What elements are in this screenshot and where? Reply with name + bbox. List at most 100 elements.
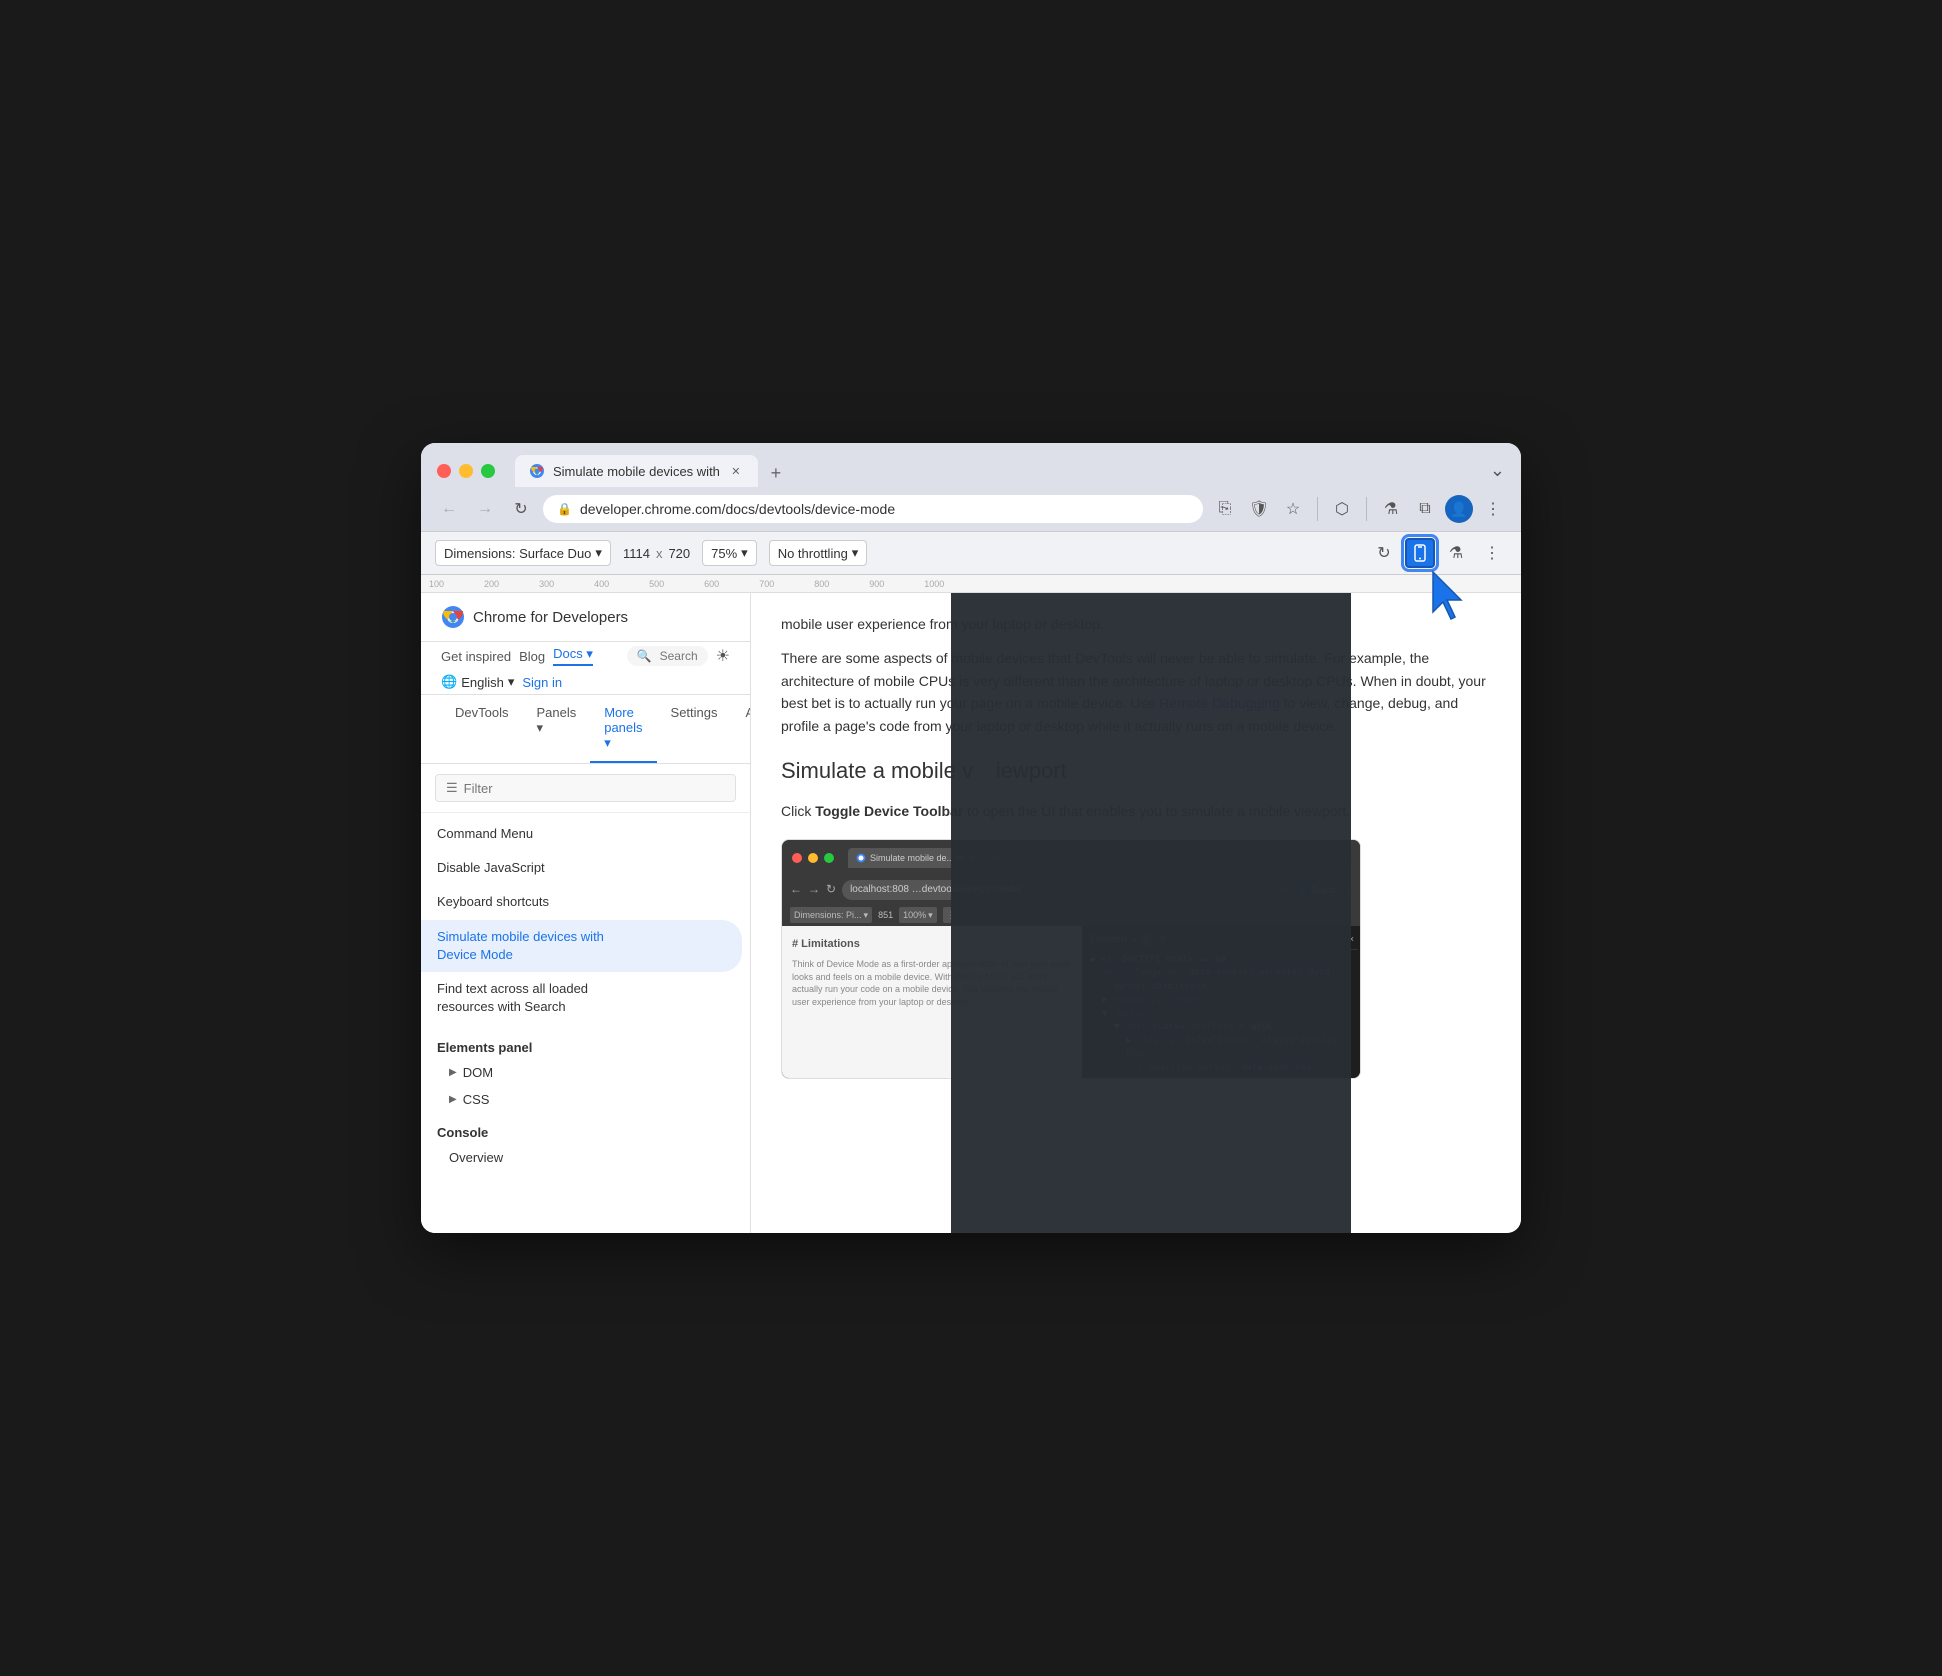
- sidebar-item-keyboard-shortcuts[interactable]: Keyboard shortcuts: [421, 885, 750, 919]
- sidebar-item-command-menu[interactable]: Command Menu: [421, 817, 750, 851]
- device-dropdown-icon: ▾: [595, 545, 602, 561]
- device-toolbar-actions: ↻ ⚗ ⋮: [1369, 538, 1507, 568]
- language-text: English: [461, 675, 504, 690]
- site-search[interactable]: 🔍 Search: [627, 646, 708, 666]
- mini-close-light: [792, 853, 802, 863]
- height-value: 720: [668, 546, 690, 561]
- address-text: developer.chrome.com/docs/devtools/devic…: [580, 501, 1189, 517]
- browser-window: Simulate mobile devices with ✕ + ⌄ ← → ↻…: [421, 443, 1521, 1233]
- sign-in-button[interactable]: Sign in: [522, 675, 562, 690]
- filter-placeholder: Filter: [464, 781, 493, 796]
- subnav-accessibility[interactable]: Accessibility: [732, 695, 751, 763]
- minimize-button[interactable]: [459, 464, 473, 478]
- mini-min-light: [808, 853, 818, 863]
- sidebar-item-disable-js[interactable]: Disable JavaScript: [421, 851, 750, 885]
- profile-button[interactable]: 👤: [1445, 495, 1473, 523]
- active-tab[interactable]: Simulate mobile devices with ✕: [515, 455, 758, 487]
- mini-device-arrow: ▾: [864, 908, 869, 922]
- filter-input[interactable]: ☰ Filter: [435, 774, 736, 802]
- lang-arrow-icon: ▾: [508, 674, 515, 690]
- address-lock-icon: 🔒: [557, 502, 572, 516]
- throttle-selector[interactable]: No throttling ▾: [769, 540, 868, 566]
- search-text: Search: [660, 649, 698, 663]
- nav-divider: [1317, 497, 1318, 521]
- subnav-panels[interactable]: Panels ▾: [522, 695, 590, 763]
- click-text: Click: [781, 803, 811, 819]
- language-selector[interactable]: 🌐 English ▾: [441, 674, 514, 690]
- maximize-button[interactable]: [481, 464, 495, 478]
- back-button[interactable]: ←: [435, 495, 463, 523]
- mini-address-text: localhost:808: [850, 884, 909, 895]
- filter-bar: ☰ Filter: [421, 764, 750, 813]
- article: mobile user experience from your laptop …: [751, 593, 1521, 1233]
- nav-divider2: [1366, 497, 1367, 521]
- shield-icon[interactable]: 🛡: [1245, 495, 1273, 523]
- rotate-button[interactable]: ↻: [1369, 538, 1399, 568]
- address-bar[interactable]: 🔒 developer.chrome.com/docs/devtools/dev…: [543, 495, 1203, 523]
- cast-icon[interactable]: ⎘: [1211, 495, 1239, 523]
- cursor-arrow: [1425, 567, 1475, 627]
- device-toolbar: Dimensions: Surface Duo ▾ 1114 x 720 75%…: [421, 531, 1521, 575]
- throttle-value: No throttling: [778, 546, 848, 561]
- subnav-settings[interactable]: Settings: [657, 695, 732, 763]
- forward-button[interactable]: →: [471, 495, 499, 523]
- sidebar-section-elements-title: Elements panel: [421, 1028, 750, 1059]
- sidebar-item-simulate-mobile[interactable]: Simulate mobile devices withDevice Mode: [421, 920, 742, 972]
- extension-icon[interactable]: ⬡: [1328, 495, 1356, 523]
- tab-bar: Simulate mobile devices with ✕ + ⌄: [515, 455, 1505, 487]
- tab-right-controls[interactable]: ⌄: [1490, 460, 1505, 487]
- zoom-selector[interactable]: 75% ▾: [702, 540, 757, 566]
- tab-favicon: [529, 463, 545, 479]
- mini-zoom-selector: 100% ▾: [899, 907, 937, 923]
- sidebar-section-console-title: Console: [421, 1113, 750, 1144]
- chrome-menu-icon[interactable]: ⋮: [1479, 495, 1507, 523]
- star-icon[interactable]: ☆: [1279, 495, 1307, 523]
- split-view-icon[interactable]: ⧉: [1411, 495, 1439, 523]
- mini-device-label: Dimensions: Pi...: [794, 908, 862, 922]
- sidebar-item-overview[interactable]: Overview: [421, 1144, 750, 1171]
- nav-blog[interactable]: Blog: [519, 649, 545, 664]
- title-bar: Simulate mobile devices with ✕ + ⌄: [421, 443, 1521, 487]
- sidebar-nav: Command Menu Disable JavaScript Keyboard…: [421, 813, 750, 1028]
- mini-zoom-value: 100%: [903, 908, 926, 922]
- beaker-icon[interactable]: ⚗: [1377, 495, 1405, 523]
- close-button[interactable]: [437, 464, 451, 478]
- subnav-devtools[interactable]: DevTools: [441, 695, 522, 763]
- mini-max-light: [824, 853, 834, 863]
- refresh-button[interactable]: ↻: [507, 495, 535, 523]
- filter-icon: ☰: [446, 780, 458, 796]
- dimension-x: x: [656, 546, 663, 561]
- css-arrow-icon: ▶: [449, 1094, 457, 1105]
- device-icon: [1411, 544, 1429, 562]
- mini-forward-button: →: [808, 880, 820, 899]
- device-selector[interactable]: Dimensions: Surface Duo ▾: [435, 540, 611, 566]
- nav-actions: ⎘ 🛡 ☆ ⬡ ⚗ ⧉ 👤 ⋮: [1211, 495, 1507, 523]
- site-header: Chrome for Developers: [421, 593, 750, 642]
- dark-panel: [951, 593, 1351, 1233]
- theme-toggle-icon[interactable]: ☀: [716, 646, 730, 666]
- device-label: Dimensions: Surface Duo: [444, 546, 591, 561]
- sidebar-item-css[interactable]: ▶ CSS: [421, 1086, 750, 1113]
- nav-bar: ← → ↻ 🔒 developer.chrome.com/docs/devtoo…: [421, 487, 1521, 531]
- main-content: Chrome for Developers Get inspired Blog …: [421, 593, 1521, 1233]
- throttle-dropdown-icon: ▾: [852, 545, 859, 561]
- site-logo: Chrome for Developers: [441, 605, 628, 629]
- sidebar: Chrome for Developers Get inspired Blog …: [421, 593, 751, 1233]
- site-nav-bar: Get inspired Blog Docs ▾ 🔍 Search ☀ 🌐 En…: [421, 642, 750, 695]
- globe-icon: 🌐: [441, 674, 457, 690]
- subnav-more-panels[interactable]: More panels ▾: [590, 695, 656, 763]
- toggle-device-toolbar-text: Toggle Device Toolbar: [815, 803, 963, 819]
- nav-docs[interactable]: Docs ▾: [553, 646, 593, 666]
- zoom-value: 75%: [711, 546, 737, 561]
- nav-get-inspired[interactable]: Get inspired: [441, 649, 511, 664]
- css-label: CSS: [463, 1092, 490, 1107]
- new-tab-button[interactable]: +: [762, 459, 790, 487]
- device-toolbar-more-button[interactable]: ⋮: [1477, 538, 1507, 568]
- toggle-device-toolbar-button[interactable]: [1405, 538, 1435, 568]
- dimension-display: 1114 x 720: [623, 546, 690, 561]
- search-icon: 🔍: [637, 649, 652, 663]
- inspect-network-button[interactable]: ⚗: [1441, 538, 1471, 568]
- sidebar-item-find-text[interactable]: Find text across all loadedresources wit…: [421, 972, 750, 1024]
- sidebar-item-dom[interactable]: ▶ DOM: [421, 1059, 750, 1086]
- tab-close-button[interactable]: ✕: [728, 463, 744, 479]
